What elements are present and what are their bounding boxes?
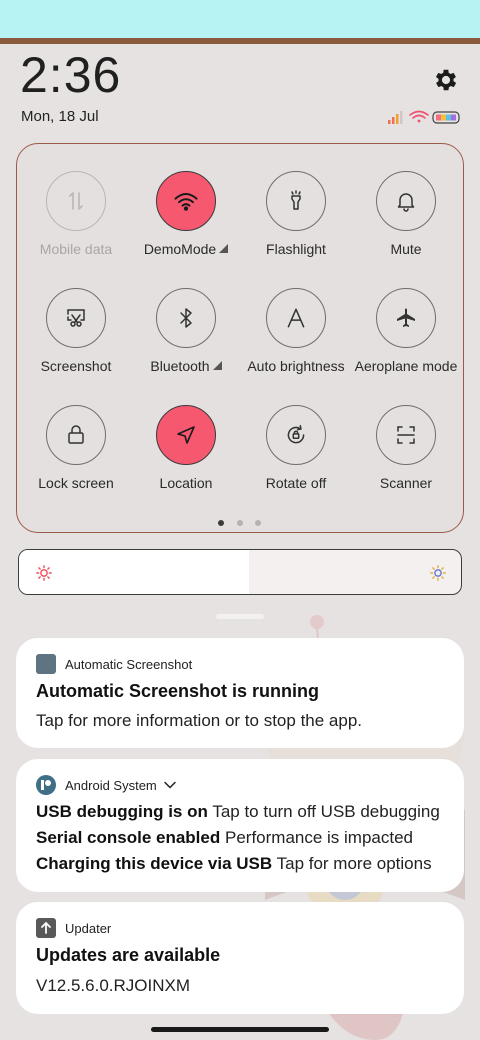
tile-flashlight[interactable]: Flashlight (241, 171, 351, 257)
battery-icon (432, 111, 460, 124)
auto-brightness-icon (266, 288, 326, 348)
tile-label: Lock screen (38, 475, 114, 491)
bell-icon (376, 171, 436, 231)
tile-label: DemoMode (131, 241, 241, 257)
tile-label: Auto brightness (247, 358, 345, 374)
notification-title: Automatic Screenshot is running (36, 681, 320, 701)
top-app-strip (0, 0, 480, 38)
quick-settings-panel: Mobile data DemoMode Flashlight Mute Scr… (16, 143, 464, 533)
tile-lock-screen[interactable]: Lock screen (21, 405, 131, 491)
notification-updater[interactable]: Updater Updates are available V12.5.6.0.… (16, 902, 464, 1014)
tile-label: Bluetooth (131, 358, 241, 374)
gear-icon[interactable] (432, 66, 460, 94)
flashlight-icon (266, 171, 326, 231)
brightness-high-icon (430, 565, 446, 581)
bluetooth-icon (156, 288, 216, 348)
page-dot (237, 520, 243, 526)
tile-mobile-data[interactable]: Mobile data (21, 171, 131, 257)
notification-app-row: Automatic Screenshot (36, 654, 192, 674)
wifi-icon (156, 171, 216, 231)
tile-location[interactable]: Location (131, 405, 241, 491)
tile-bluetooth[interactable]: Bluetooth (131, 288, 241, 374)
chevron-down-icon[interactable] (163, 778, 177, 792)
notification-text: Tap for more information or to stop the … (36, 711, 363, 730)
notification-app-name: Android System (65, 777, 157, 793)
scanner-icon (376, 405, 436, 465)
notification-app-name: Updater (65, 920, 112, 936)
tile-label: Aeroplane mode (354, 358, 458, 374)
page-dot-active (218, 520, 224, 526)
page-dot (255, 520, 261, 526)
tile-rotate-off[interactable]: Rotate off (241, 405, 351, 491)
tile-auto-brightness[interactable]: Auto brightness (241, 288, 351, 374)
gesture-navigation-bar[interactable] (151, 1027, 329, 1032)
notification-app-name: Automatic Screenshot (65, 656, 193, 672)
notification-app-row: Updater (36, 918, 111, 938)
notification-text: V12.5.6.0.RJOINXM (36, 976, 191, 995)
brightness-slider-fill (19, 550, 249, 594)
notification-line: Serial console enabled Performance is im… (36, 828, 414, 847)
expand-arrow-icon[interactable] (212, 361, 222, 370)
status-icons (388, 110, 460, 124)
signal-icon (388, 111, 403, 124)
tile-scanner[interactable]: Scanner (351, 405, 461, 491)
updater-icon (36, 918, 56, 938)
brightness-low-icon (36, 565, 52, 581)
drag-handle[interactable] (216, 614, 264, 619)
tile-label: Mute (390, 241, 422, 257)
notification-line: USB debugging is on Tap to turn off USB … (36, 802, 440, 821)
notification-title: Updates are available (36, 945, 221, 965)
tile-label: Screenshot (40, 358, 112, 374)
page-indicator (218, 520, 264, 528)
tile-aeroplane-mode[interactable]: Aeroplane mode (351, 288, 461, 374)
tile-label: Rotate off (265, 475, 327, 491)
rotate-lock-icon (266, 405, 326, 465)
app-icon (36, 654, 56, 674)
tile-label: Location (159, 475, 213, 491)
date: Mon, 18 Jul (21, 108, 99, 125)
tile-demomode[interactable]: DemoMode (131, 171, 241, 257)
notification-android-system[interactable]: Android System USB debugging is on Tap t… (16, 759, 464, 892)
location-icon (156, 405, 216, 465)
android-system-icon (36, 775, 56, 795)
aeroplane-icon (376, 288, 436, 348)
brightness-slider[interactable] (18, 549, 462, 595)
tile-label: Mobile data (39, 241, 113, 257)
notification-line: Charging this device via USB Tap for mor… (36, 854, 432, 873)
expand-arrow-icon[interactable] (219, 244, 229, 253)
tile-mute[interactable]: Mute (351, 171, 461, 257)
tile-label: Flashlight (266, 241, 326, 257)
clock: 2:36 (20, 47, 122, 103)
lock-icon (46, 405, 106, 465)
tile-screenshot[interactable]: Screenshot (21, 288, 131, 374)
mobile-data-icon (46, 171, 106, 231)
notification-automatic-screenshot[interactable]: Automatic Screenshot Automatic Screensho… (16, 638, 464, 748)
notification-app-row: Android System (36, 775, 177, 795)
wifi-status-icon (409, 110, 429, 123)
screenshot-icon (46, 288, 106, 348)
tile-label: Scanner (379, 475, 433, 491)
